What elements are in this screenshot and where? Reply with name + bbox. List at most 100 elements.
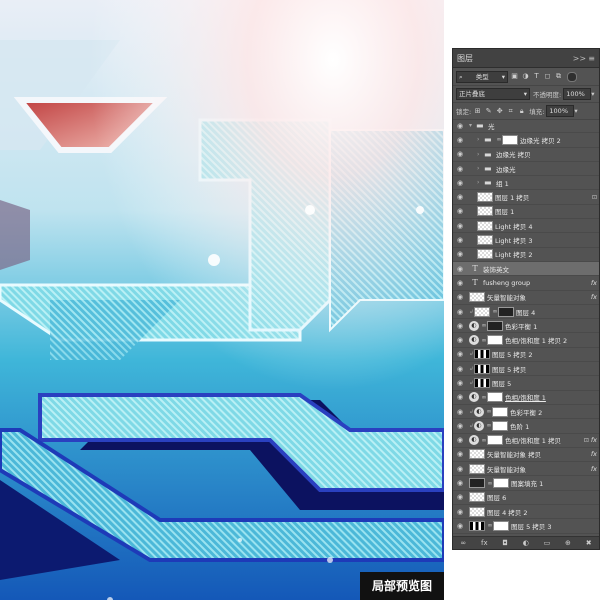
layer-row[interactable]: ◉ ▾ ▬ 光 (453, 119, 599, 134)
layer-thumbnail (477, 220, 493, 231)
panel-menu-icon[interactable]: ≡ (588, 54, 595, 63)
eye-icon[interactable]: ◉ (455, 422, 465, 430)
layer-row[interactable]: ◉ T 装饰英文 (453, 261, 599, 277)
filter-kind-select[interactable]: ⌕ 类型 ▾ (456, 70, 508, 83)
eye-icon[interactable]: ◉ (455, 122, 465, 130)
lock-artboard-icon[interactable]: ⌗ (506, 107, 515, 116)
eye-icon[interactable]: ◉ (455, 508, 465, 516)
eye-icon[interactable]: ◉ (455, 293, 465, 301)
new-layer-icon[interactable]: ⊕ (565, 539, 571, 547)
layer-row[interactable]: ◉ 图层 4 拷贝 2 (453, 505, 599, 520)
eye-icon[interactable]: ◉ (455, 279, 465, 287)
lock-all-icon[interactable]: 🔒︎ (517, 107, 526, 116)
chevron-down-icon[interactable]: ▾ (574, 107, 577, 115)
layer-row[interactable]: ◉ 图层 1 (453, 205, 599, 220)
layer-row[interactable]: ◉ Light 拷贝 4 (453, 219, 599, 234)
eye-icon[interactable]: ◉ (455, 336, 465, 344)
layer-name: 组 1 (496, 179, 509, 188)
fx-icon[interactable]: fx (481, 539, 488, 547)
eye-icon[interactable]: ◉ (455, 250, 465, 258)
eye-icon[interactable]: ◉ (455, 365, 465, 373)
eye-icon[interactable]: ◉ (455, 350, 465, 358)
mask-thumbnail (487, 392, 503, 403)
layer-row[interactable]: ◉ › ▬ 边缘光 拷贝 (453, 148, 599, 162)
layer-row[interactable]: ◉ ↲ ◐ ∞ 色阶 1 (453, 419, 599, 434)
adjustment-icon[interactable]: ◐ (523, 539, 529, 547)
layer-row[interactable]: ◉ 矢量智能对象 fx (453, 462, 599, 477)
lock-position-icon[interactable]: ✥ (495, 107, 504, 116)
layer-row[interactable]: ◉ 矢量智能对象 fx (453, 291, 599, 305)
layer-thumbnail (477, 192, 493, 203)
eye-icon[interactable]: ◉ (455, 265, 465, 273)
eye-icon[interactable]: ◉ (455, 379, 465, 387)
layer-name: 图层 5 拷贝 3 (511, 522, 552, 531)
eye-icon[interactable]: ◉ (455, 393, 465, 401)
eye-icon[interactable]: ◉ (455, 236, 465, 244)
adjustment-icon: ◐ (474, 420, 484, 431)
shape-filter-icon[interactable]: ◻ (543, 72, 552, 81)
eye-icon[interactable]: ◉ (455, 465, 465, 473)
layer-row[interactable]: ◉ Light 拷贝 3 (453, 233, 599, 248)
layer-row[interactable]: ◉ ∞ 图案填充 1 (453, 476, 599, 491)
layer-row[interactable]: ◉ › ▬ 边缘光 (453, 162, 599, 177)
layer-name: 色相/饱和度 1 拷贝 2 (505, 337, 568, 346)
layer-row[interactable]: ◉ ◐ ∞ 色相/饱和度 1 拷贝 2 (453, 333, 599, 348)
fill-field[interactable]: 100% (546, 105, 575, 117)
eye-icon[interactable]: ◉ (455, 450, 465, 458)
opacity-field[interactable]: 100% (563, 88, 592, 100)
pixel-filter-icon[interactable]: ▣ (510, 72, 519, 81)
layer-row[interactable]: ◉ ↲ 图层 5 拷贝 (453, 362, 599, 377)
folder-icon: ▬ (484, 149, 492, 159)
mask-icon[interactable]: ◘ (502, 539, 508, 547)
eye-icon[interactable]: ◉ (455, 207, 465, 215)
lock-transparency-icon[interactable]: ⊞ (473, 107, 482, 116)
layer-row[interactable]: ◉ 图层 1 拷贝 ⊡ (453, 190, 599, 205)
eye-icon[interactable]: ◉ (455, 136, 465, 144)
eye-icon[interactable]: ◉ (455, 165, 465, 173)
lock-paint-icon[interactable]: ✎ (484, 107, 493, 116)
eye-icon[interactable]: ◉ (455, 150, 465, 158)
filter-toggle[interactable] (567, 71, 577, 82)
eye-icon[interactable]: ◉ (455, 308, 465, 316)
folder-icon[interactable]: ▭ (544, 539, 551, 547)
layer-thumbnail (469, 292, 485, 303)
layer-row[interactable]: ◉ › ▬ ∞ 边缘光 拷贝 2 (453, 133, 599, 148)
chevron-icon[interactable]: › (477, 136, 484, 143)
collapse-icon[interactable]: >> (573, 54, 586, 63)
layer-row[interactable]: ◉ › ▬ 组 1 (453, 176, 599, 191)
layer-row[interactable]: ◉ ↲ ◐ ∞ 色彩平衡 2 (453, 405, 599, 420)
layer-row[interactable]: ◉ 图层 6 (453, 491, 599, 506)
eye-icon[interactable]: ◉ (455, 436, 465, 444)
layer-row[interactable]: ◉ ↲ 图层 5 (453, 376, 599, 391)
layer-row[interactable]: ◉ ↲ ∞ 图层 4 (453, 305, 599, 320)
chevron-icon[interactable]: ▾ (469, 122, 476, 129)
chevron-icon[interactable]: › (477, 165, 484, 172)
eye-icon[interactable]: ◉ (455, 222, 465, 230)
link-icon[interactable]: ∞ (460, 539, 466, 547)
chevron-icon[interactable]: › (477, 179, 484, 186)
layer-row[interactable]: ◉ ↲ 图层 5 拷贝 2 (453, 348, 599, 363)
text-filter-icon[interactable]: T (532, 72, 541, 81)
layer-thumbnail (469, 449, 485, 460)
layer-row[interactable]: ◉ 矢量智能对象 拷贝 fx (453, 448, 599, 463)
eye-icon[interactable]: ◉ (455, 322, 465, 330)
eye-icon[interactable]: ◉ (455, 408, 465, 416)
chevron-icon[interactable]: › (477, 151, 484, 158)
eye-icon[interactable]: ◉ (455, 179, 465, 187)
layer-row[interactable]: ◉ Tfusheng group fx (453, 276, 599, 291)
layer-row[interactable]: ◉ ◐ ∞ 色相/饱和度 1 (453, 391, 599, 405)
layer-row[interactable]: ◉ ∞ 图层 5 拷贝 3 (453, 519, 599, 534)
trash-icon[interactable]: ✖ (586, 539, 592, 547)
smart-filter-icon[interactable]: ⧉ (554, 72, 563, 81)
eye-icon[interactable]: ◉ (455, 522, 465, 530)
panel-footer: ∞ fx ◘ ◐ ▭ ⊕ ✖ (453, 536, 599, 549)
eye-icon[interactable]: ◉ (455, 193, 465, 201)
blend-mode-select[interactable]: 正片叠底 ▾ (456, 88, 530, 100)
eye-icon[interactable]: ◉ (455, 493, 465, 501)
layer-row[interactable]: ◉ ◐ ∞ 色彩平衡 1 (453, 319, 599, 334)
layer-row[interactable]: ◉ ◐ ∞ 色相/饱和度 1 拷贝 ⊡ fx (453, 434, 599, 448)
chevron-down-icon[interactable]: ▾ (591, 90, 594, 98)
adjust-filter-icon[interactable]: ◑ (521, 72, 530, 81)
eye-icon[interactable]: ◉ (455, 479, 465, 487)
layer-row[interactable]: ◉ Light 拷贝 2 (453, 248, 599, 262)
